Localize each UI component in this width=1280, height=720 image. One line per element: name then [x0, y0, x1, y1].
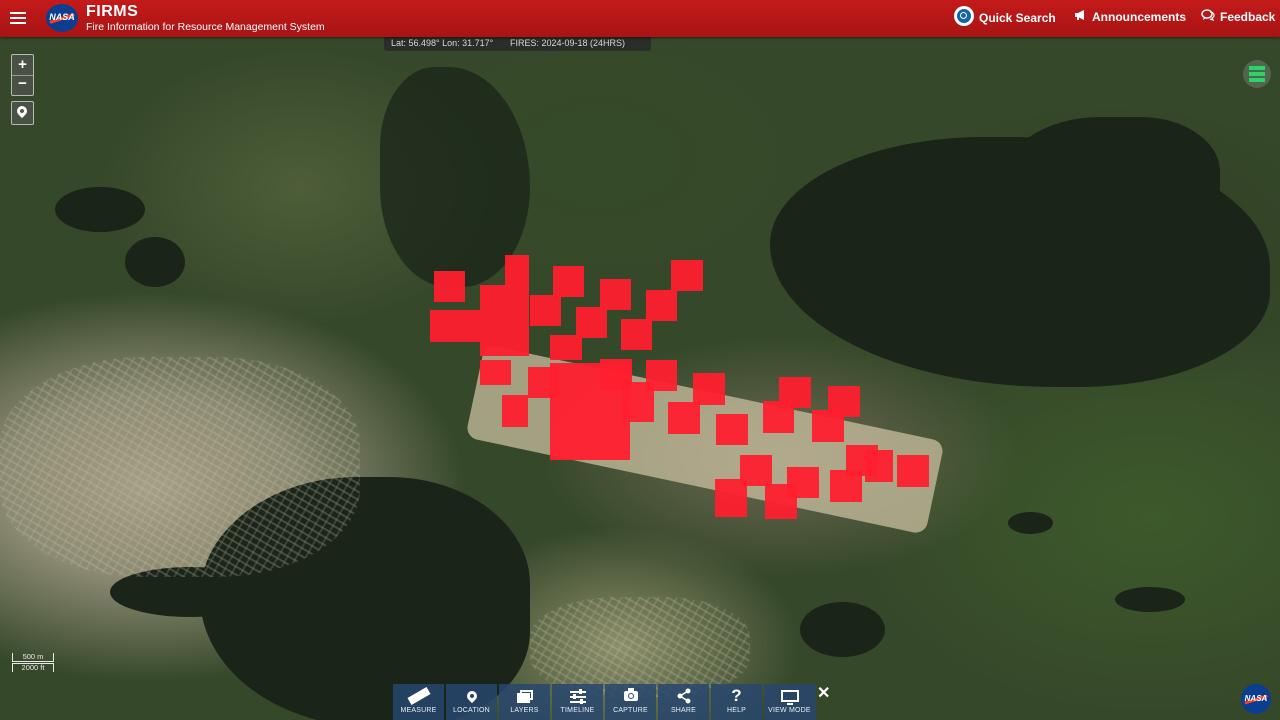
coordinate-readout: Lat: 56.498° Lon: 31.717° FIRES: 2024-09…	[384, 37, 651, 51]
capture-button[interactable]: CAPTURE	[605, 684, 656, 720]
fire-hotspot[interactable]	[830, 470, 862, 502]
help-icon: ?	[731, 686, 742, 705]
fires-date-readout: FIRES: 2024-09-18 (24HRS)	[510, 38, 626, 48]
zoom-control: + −	[11, 54, 34, 96]
pond-west	[55, 187, 145, 232]
layers-panel-toggle-icon[interactable]	[1243, 60, 1271, 88]
fire-hotspot[interactable]	[646, 290, 677, 321]
measure-button[interactable]: MEASURE	[393, 684, 444, 720]
feedback-label: Feedback	[1220, 9, 1276, 24]
fire-hotspot[interactable]	[865, 450, 893, 482]
fire-hotspot[interactable]	[505, 255, 529, 286]
nasa-meatball-logo[interactable]: NASA	[1241, 684, 1271, 714]
fire-hotspot[interactable]	[646, 360, 677, 391]
location-button[interactable]: LOCATION	[446, 684, 497, 720]
fire-hotspot[interactable]	[715, 479, 747, 517]
fire-hotspot[interactable]	[434, 271, 465, 302]
nasa-logo[interactable]: NASA	[46, 4, 78, 32]
app-subtitle: Fire Information for Resource Management…	[86, 21, 325, 33]
locate-me-button[interactable]	[11, 101, 34, 125]
fire-hotspot[interactable]	[763, 401, 794, 433]
pond-northwest	[125, 237, 185, 287]
bottom-toolbar: MEASURE LOCATION LAYERS TIMELINE CAPTURE…	[393, 684, 816, 720]
timeline-button[interactable]: TIMELINE	[552, 684, 603, 720]
quick-search-button[interactable]: Quick Search	[954, 6, 1056, 26]
view-mode-button[interactable]: VIEW MODE	[764, 684, 816, 720]
fire-hotspot[interactable]	[530, 295, 561, 326]
zoom-in-button[interactable]: +	[12, 55, 33, 75]
announcements-button[interactable]: Announcements	[1074, 9, 1186, 24]
toolbar-close-icon[interactable]: ✕	[817, 686, 831, 702]
announcements-label: Announcements	[1092, 9, 1187, 24]
river	[380, 67, 530, 287]
share-icon	[658, 687, 709, 705]
fire-hotspot[interactable]	[787, 467, 819, 498]
satellite-map[interactable]	[0, 37, 1280, 720]
ruler-icon	[393, 687, 444, 705]
feedback-button[interactable]: Feedback	[1201, 9, 1275, 24]
map-scale: 500 m 2000 ft	[12, 653, 54, 672]
fire-hotspot[interactable]	[553, 266, 584, 297]
fire-hotspot[interactable]	[550, 335, 582, 360]
pond-far-east	[1115, 587, 1185, 612]
scale-imperial: 2000 ft	[12, 663, 54, 672]
fire-hotspot[interactable]	[600, 279, 631, 310]
layers-button[interactable]: LAYERS	[499, 684, 550, 720]
megaphone-icon	[1074, 9, 1087, 24]
quick-search-label: Quick Search	[979, 10, 1056, 25]
top-header: NASA FIRMS Fire Information for Resource…	[0, 0, 1280, 37]
fire-hotspot[interactable]	[671, 260, 703, 291]
town-south	[530, 597, 750, 697]
firms-app: NASA FIRMS Fire Information for Resource…	[0, 0, 1280, 720]
chat-bubbles-icon	[1201, 9, 1215, 24]
fire-hotspot[interactable]	[480, 360, 511, 385]
share-button[interactable]: SHARE	[658, 684, 709, 720]
hamburger-menu-icon[interactable]	[10, 9, 26, 27]
pond-southeast	[800, 602, 885, 657]
fire-hotspot[interactable]	[668, 402, 700, 434]
town-southwest	[0, 357, 360, 577]
fire-hotspot[interactable]	[480, 285, 529, 356]
pond-east-small	[1008, 512, 1053, 534]
camera-icon	[605, 687, 656, 705]
fire-hotspot[interactable]	[502, 395, 528, 427]
lat-lon-readout: Lat: 56.498° Lon: 31.717°	[391, 38, 494, 48]
fire-hotspot[interactable]	[576, 307, 607, 338]
app-title: FIRMS	[86, 3, 139, 20]
fire-hotspot[interactable]	[897, 455, 929, 487]
fire-hotspot[interactable]	[716, 414, 748, 445]
fire-hotspot[interactable]	[430, 310, 480, 342]
fire-hotspot[interactable]	[812, 410, 844, 442]
search-icon	[954, 6, 974, 26]
monitor-icon	[764, 687, 815, 705]
help-button[interactable]: ? HELP	[711, 684, 762, 720]
layers-icon	[499, 687, 550, 705]
location-pin-icon	[14, 103, 30, 119]
location-pin-icon	[446, 687, 497, 705]
fire-hotspot[interactable]	[693, 373, 725, 405]
scale-metric: 500 m	[12, 653, 54, 662]
sliders-icon	[552, 687, 603, 705]
zoom-out-button[interactable]: −	[12, 75, 33, 96]
fire-hotspot[interactable]	[621, 319, 652, 350]
